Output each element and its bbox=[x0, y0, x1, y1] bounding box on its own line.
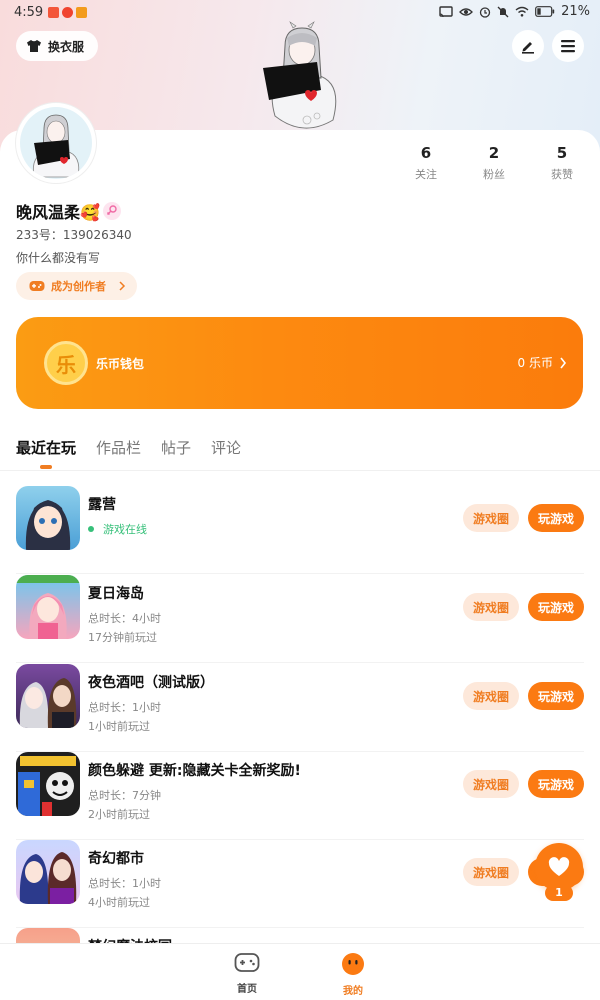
online-dot-icon bbox=[88, 526, 94, 532]
wardrobe-label: 换衣服 bbox=[48, 39, 85, 54]
game-circle-button[interactable]: 游戏圈 bbox=[463, 593, 519, 621]
nav-mine[interactable]: 我的 bbox=[323, 952, 383, 997]
notification-icon bbox=[48, 7, 59, 18]
stat-likes[interactable]: 5 获赞 bbox=[532, 144, 592, 182]
bottom-navigation: 首页 我的 bbox=[0, 943, 600, 1000]
game-title: 奇幻都市 bbox=[88, 851, 144, 867]
avatar-image bbox=[20, 107, 92, 179]
stat-likes-value: 5 bbox=[556, 144, 568, 162]
tab-works[interactable]: 作品栏 bbox=[96, 437, 141, 461]
hamburger-icon bbox=[561, 40, 575, 53]
become-creator-label: 成为创作者 bbox=[51, 280, 106, 293]
game-row[interactable]: 露营 游戏在线 游戏圈 玩游戏 bbox=[16, 486, 584, 574]
game-row[interactable]: 颜色躲避 更新:隐藏关卡全新奖励! 总时长：7分钟 2小时前玩过 游戏圈 玩游戏 bbox=[16, 752, 584, 840]
wallet-balance: 0 乐币 bbox=[518, 354, 567, 371]
wifi-icon bbox=[515, 6, 529, 17]
game-total-time: 总时长：7分钟 bbox=[88, 789, 161, 802]
stat-following-label: 关注 bbox=[415, 168, 437, 181]
cast-icon bbox=[439, 5, 453, 17]
game-online-status: 游戏在线 bbox=[88, 521, 147, 537]
coin-icon: 乐 bbox=[44, 341, 88, 385]
game-title: 颜色躲避 更新:隐藏关卡全新奖励! bbox=[88, 763, 301, 779]
tab-posts[interactable]: 帖子 bbox=[161, 437, 191, 461]
notification-icon bbox=[76, 7, 87, 18]
play-game-button[interactable]: 玩游戏 bbox=[528, 593, 584, 621]
game-row[interactable]: 夏日海岛 总时长：4小时 17分钟前玩过 游戏圈 玩游戏 bbox=[16, 575, 584, 663]
alarm-icon bbox=[479, 6, 491, 18]
username: 晚风温柔🥰 bbox=[16, 199, 122, 223]
stat-following[interactable]: 6 关注 bbox=[396, 144, 456, 182]
shirt-icon bbox=[27, 40, 41, 52]
gamepad-icon bbox=[234, 953, 260, 972]
nav-home[interactable]: 首页 bbox=[217, 952, 277, 995]
username-text: 晚风温柔🥰 bbox=[16, 203, 100, 222]
play-game-button[interactable]: 玩游戏 bbox=[528, 770, 584, 798]
game-title: 露营 bbox=[88, 497, 116, 513]
game-title: 夏日海岛 bbox=[88, 586, 144, 602]
avatar-character-illustration bbox=[263, 21, 337, 129]
game-circle-button[interactable]: 游戏圈 bbox=[463, 858, 519, 886]
game-last-played: 4小时前玩过 bbox=[88, 896, 150, 909]
user-bio: 你什么都没有写 bbox=[16, 251, 101, 265]
become-creator-button[interactable]: 成为创作者 bbox=[16, 272, 137, 300]
chevron-right-icon bbox=[119, 281, 126, 291]
tab-comments[interactable]: 评论 bbox=[211, 437, 241, 461]
edit-profile-button[interactable] bbox=[512, 30, 544, 62]
game-online-text: 游戏在线 bbox=[103, 523, 147, 536]
stat-fans[interactable]: 2 粉丝 bbox=[464, 144, 524, 182]
wardrobe-button[interactable]: 换衣服 bbox=[16, 31, 98, 61]
status-time: 4:59 bbox=[14, 5, 44, 20]
nav-home-label: 首页 bbox=[237, 984, 257, 995]
play-game-button[interactable]: 玩游戏 bbox=[528, 682, 584, 710]
game-circle-button[interactable]: 游戏圈 bbox=[463, 770, 519, 798]
content-tabs: 最近在玩 作品栏 帖子 评论 bbox=[16, 437, 241, 461]
game-icon bbox=[16, 664, 80, 728]
battery-icon bbox=[535, 6, 555, 17]
coin-glyph: 乐 bbox=[56, 352, 76, 377]
notification-icon bbox=[62, 7, 73, 18]
game-last-played: 1小时前玩过 bbox=[88, 720, 150, 733]
play-game-button[interactable]: 玩游戏 bbox=[528, 504, 584, 532]
game-icon bbox=[16, 752, 80, 816]
game-total-time: 总时长：1小时 bbox=[88, 877, 161, 890]
game-last-played: 17分钟前玩过 bbox=[88, 631, 157, 644]
gender-female-icon bbox=[102, 202, 121, 220]
wallet-balance-text: 0 乐币 bbox=[517, 356, 553, 370]
active-tab-indicator bbox=[40, 465, 52, 469]
like-count-badge: 1 bbox=[545, 885, 573, 901]
stat-fans-label: 粉丝 bbox=[483, 168, 505, 181]
chevron-right-icon bbox=[560, 357, 567, 368]
wallet-title: 乐币钱包 bbox=[96, 357, 145, 371]
floating-like-button[interactable] bbox=[535, 843, 583, 891]
game-icon bbox=[16, 486, 80, 550]
gamepad-icon bbox=[29, 281, 45, 291]
nav-mine-label: 我的 bbox=[343, 986, 363, 997]
wallet-card[interactable]: 乐 乐币钱包 0 乐币 bbox=[16, 317, 583, 409]
game-row[interactable]: 夜色酒吧（测试版） 总时长：1小时 1小时前玩过 游戏圈 玩游戏 bbox=[16, 664, 584, 752]
smiley-icon bbox=[342, 953, 364, 975]
eye-icon bbox=[459, 7, 474, 16]
game-circle-button[interactable]: 游戏圈 bbox=[463, 682, 519, 710]
game-row[interactable]: 奇幻都市 总时长：1小时 4小时前玩过 游戏圈 玩游戏 bbox=[16, 840, 584, 928]
game-circle-button[interactable]: 游戏圈 bbox=[463, 504, 519, 532]
game-total-time: 总时长：4小时 bbox=[88, 612, 161, 625]
game-last-played: 2小时前玩过 bbox=[88, 808, 150, 821]
stat-following-value: 6 bbox=[420, 144, 432, 162]
avatar[interactable] bbox=[16, 103, 96, 183]
user-id: 233号：139026340 bbox=[16, 228, 132, 242]
stat-fans-value: 2 bbox=[488, 144, 500, 162]
mute-bell-icon bbox=[497, 6, 509, 17]
game-total-time: 总时长：1小时 bbox=[88, 701, 161, 714]
pencil-icon bbox=[522, 42, 534, 54]
divider bbox=[0, 470, 600, 471]
heart-icon bbox=[548, 857, 570, 876]
game-icon bbox=[16, 840, 80, 904]
tab-recently-played[interactable]: 最近在玩 bbox=[16, 437, 76, 461]
game-icon bbox=[16, 575, 80, 639]
battery-percent: 21% bbox=[561, 4, 590, 19]
menu-button[interactable] bbox=[552, 30, 584, 62]
stat-likes-label: 获赞 bbox=[551, 168, 573, 181]
game-title: 夜色酒吧（测试版） bbox=[88, 675, 214, 691]
